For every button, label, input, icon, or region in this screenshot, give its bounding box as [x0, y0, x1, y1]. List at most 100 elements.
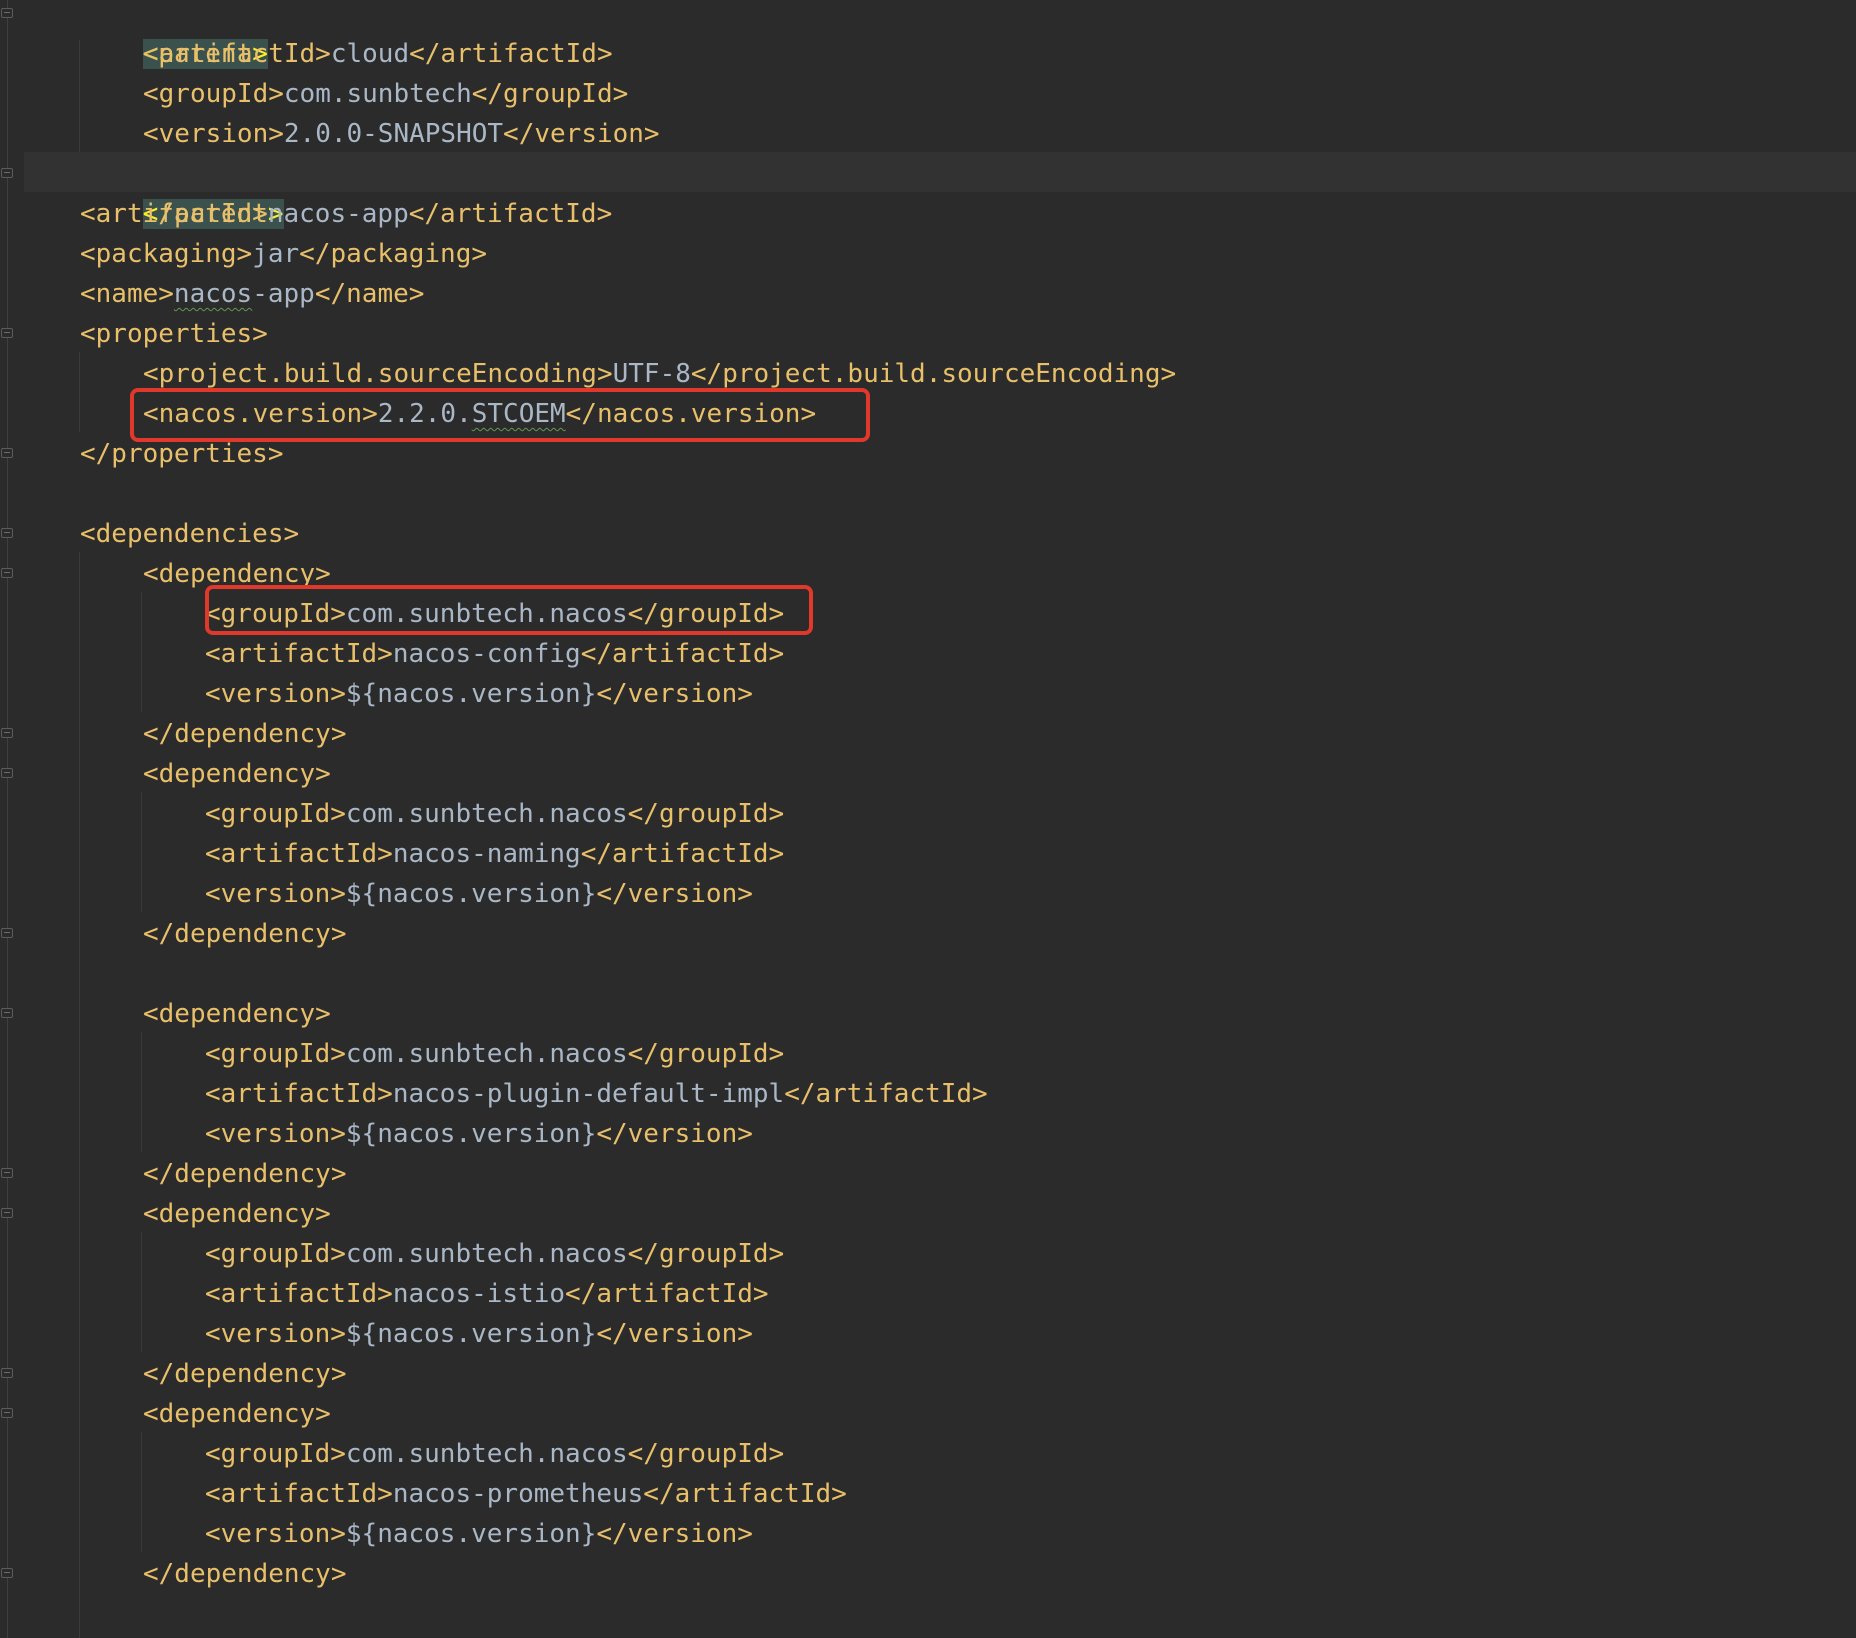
fold-marker-icon[interactable] [1, 1208, 13, 1218]
code-line[interactable]: <dependencies> [80, 514, 299, 554]
code-line[interactable]: <groupId>com.sunbtech.nacos</groupId> [205, 1034, 784, 1074]
code-line[interactable]: <dependency> [143, 1394, 331, 1434]
fold-marker-icon[interactable] [1, 1008, 13, 1018]
xml-close-tag: </name> [314, 279, 425, 309]
xml-open-tag: <artifactId> [80, 199, 268, 229]
xml-close-tag: </version> [596, 1319, 753, 1349]
fold-marker-icon[interactable] [1, 8, 13, 18]
xml-value: com.sunbtech.nacos [345, 1039, 628, 1069]
xml-close-tag: </packaging> [299, 239, 487, 269]
code-line[interactable]: </dependency> [143, 714, 347, 754]
xml-value: com.sunbtech.nacos [345, 799, 628, 829]
xml-close-tag: </dependency> [143, 1359, 347, 1389]
code-line[interactable]: <dependency> [143, 994, 331, 1034]
fold-marker-icon[interactable] [1, 1368, 13, 1378]
xml-open-tag: <artifactId> [205, 1079, 393, 1109]
fold-marker-icon[interactable] [1, 1568, 13, 1578]
xml-close-tag: </version> [596, 879, 753, 909]
code-line[interactable]: <artifactId>nacos-config</artifactId> [205, 634, 784, 674]
xml-value: ${nacos.version} [345, 879, 597, 909]
xml-open-tag: <properties> [80, 319, 268, 349]
code-line[interactable]: <version>${nacos.version}</version> [205, 1514, 753, 1554]
xml-open-tag: <dependency> [143, 1399, 331, 1429]
fold-marker-icon[interactable] [1, 728, 13, 738]
xml-open-tag: <artifactId> [205, 839, 393, 869]
fold-marker-icon[interactable] [1, 328, 13, 338]
xml-open-tag: <name> [80, 279, 174, 309]
code-line[interactable]: <artifactId>cloud</artifactId> [143, 34, 613, 74]
code-line[interactable]: <name>nacos-app</name> [80, 274, 424, 314]
fold-marker-icon[interactable] [1, 1408, 13, 1418]
xml-close-tag: </artifactId> [580, 839, 785, 869]
code-line[interactable]: <properties> [80, 314, 268, 354]
xml-close-tag: </dependency> [143, 1559, 347, 1589]
xml-close-tag: </artifactId> [408, 199, 613, 229]
code-line[interactable]: <dependency> [143, 754, 331, 794]
fold-marker-icon[interactable] [1, 568, 13, 578]
fold-marker-icon[interactable] [1, 928, 13, 938]
xml-open-tag: <dependency> [143, 1199, 331, 1229]
code-line[interactable]: <artifactId>nacos-istio</artifactId> [205, 1274, 769, 1314]
xml-value: nacos-naming [392, 839, 581, 869]
xml-close-tag: </properties> [80, 439, 284, 469]
xml-value: nacos-istio [392, 1279, 566, 1309]
xml-close-tag: </artifactId> [580, 639, 785, 669]
code-line[interactable]: </dependency> [143, 914, 347, 954]
xml-value: 2.0.0-SNAPSHOT [283, 119, 504, 149]
xml-value: ${nacos.version} [345, 1119, 597, 1149]
xml-value: ${nacos.version} [345, 1519, 597, 1549]
code-line[interactable]: <groupId>com.sunbtech.nacos</groupId> [205, 1234, 784, 1274]
indent-guide [79, 352, 80, 432]
fold-marker-icon[interactable] [1, 1168, 13, 1178]
xml-open-tag: <dependencies> [80, 519, 300, 549]
xml-close-tag: </artifactId> [565, 1279, 769, 1309]
indent-guide [141, 1232, 142, 1352]
gutter-fold-line [7, 0, 8, 1638]
code-line[interactable]: <artifactId>nacos-app</artifactId> [80, 194, 612, 234]
code-line[interactable]: <packaging>jar</packaging> [80, 234, 487, 274]
xml-open-tag: <dependency> [143, 759, 331, 789]
xml-open-tag: <groupId> [205, 799, 346, 829]
code-line[interactable]: </dependency> [143, 1154, 347, 1194]
code-line[interactable]: </dependency> [143, 1554, 347, 1594]
fold-marker-icon[interactable] [1, 528, 13, 538]
xml-close-tag: </version> [596, 679, 753, 709]
xml-close-tag: </groupId> [471, 79, 629, 109]
code-line[interactable]: <groupId>com.sunbtech.nacos</groupId> [205, 1434, 784, 1474]
xml-value: jar [252, 239, 300, 269]
fold-marker-icon[interactable] [1, 768, 13, 778]
code-editor[interactable]: <parent> <artifactId>cloud</artifactId> … [0, 0, 1856, 1638]
code-line[interactable]: <dependency> [143, 1194, 331, 1234]
xml-value: nacos-app [267, 199, 409, 229]
code-line[interactable]: </parent> [80, 154, 284, 229]
code-line[interactable]: <artifactId>nacos-naming</artifactId> [205, 834, 784, 874]
fold-marker-icon[interactable] [1, 448, 13, 458]
code-line[interactable]: <parent> [80, 0, 268, 69]
code-line[interactable]: <artifactId>nacos-plugin-default-impl</a… [205, 1074, 988, 1114]
xml-open-tag: <version> [205, 1319, 346, 1349]
xml-open-tag: <version> [205, 1119, 346, 1149]
indent-guide [141, 1432, 142, 1552]
xml-value: cloud [330, 39, 410, 69]
code-line[interactable]: </dependency> [143, 1354, 347, 1394]
xml-close-tag: </version> [596, 1119, 753, 1149]
xml-close-tag: </dependency> [143, 719, 347, 749]
code-line[interactable]: <version>${nacos.version}</version> [205, 1314, 753, 1354]
code-line[interactable]: <version>${nacos.version}</version> [205, 1114, 753, 1154]
code-line[interactable]: <artifactId>nacos-prometheus</artifactId… [205, 1474, 847, 1514]
xml-value: ${nacos.version} [345, 1319, 597, 1349]
xml-open-tag: <artifactId> [205, 1279, 393, 1309]
code-line[interactable]: <version>2.0.0-SNAPSHOT</version> [143, 114, 660, 154]
code-line[interactable]: <groupId>com.sunbtech</groupId> [143, 74, 628, 114]
xml-value: nacos-prometheus [392, 1479, 644, 1509]
xml-open-tag: <artifactId> [143, 39, 331, 69]
code-line[interactable]: <version>${nacos.version}</version> [205, 874, 753, 914]
fold-marker-icon[interactable] [1, 168, 13, 178]
code-line[interactable]: <groupId>com.sunbtech.nacos</groupId> [205, 794, 784, 834]
xml-open-tag: <version> [205, 1519, 346, 1549]
xml-close-tag: </groupId> [627, 1039, 785, 1069]
editor-gutter [0, 0, 24, 1638]
code-line[interactable]: <version>${nacos.version}</version> [205, 674, 753, 714]
xml-close-tag: </project.build.sourceEncoding> [690, 359, 1177, 389]
xml-open-tag: <version> [143, 119, 284, 149]
